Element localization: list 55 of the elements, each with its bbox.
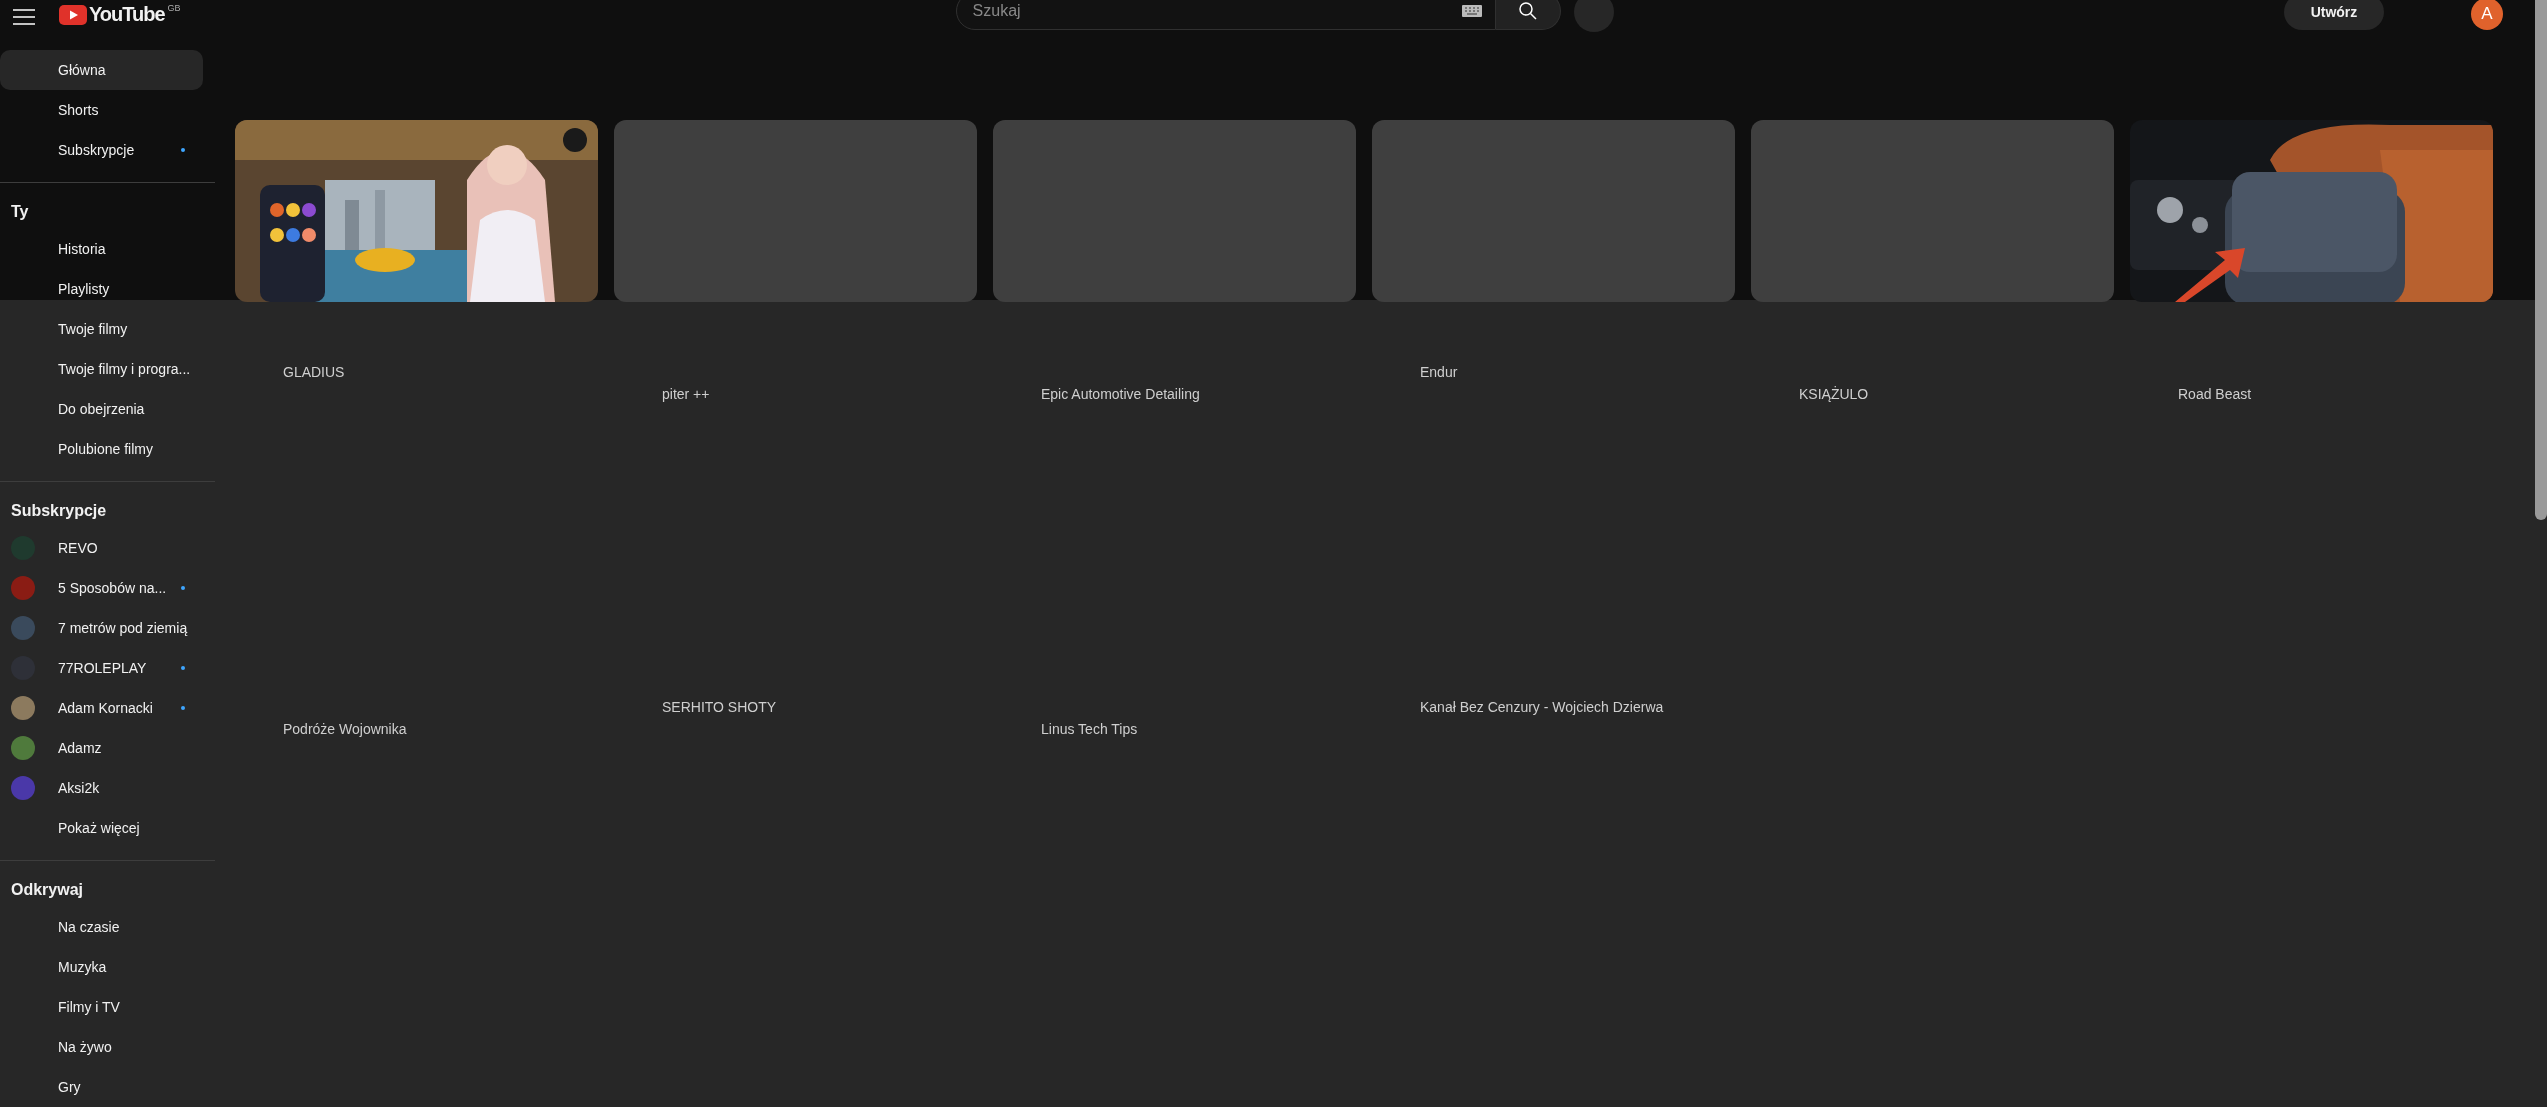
- logo-text[interactable]: YouTube: [89, 3, 165, 26]
- sidebar-item[interactable]: Subskrypcje: [0, 130, 203, 170]
- sidebar-item[interactable]: Muzyka: [0, 947, 203, 987]
- sidebar-item[interactable]: Adam Kornacki: [0, 688, 203, 728]
- voice-search-button[interactable]: [1573, 0, 1614, 32]
- channel-name[interactable]: Linus Tech Tips: [1041, 721, 1138, 737]
- thumbnail-placeholder[interactable]: [614, 120, 977, 302]
- search-field[interactable]: Szukaj: [955, 0, 1496, 30]
- search-icon: [1517, 1, 1538, 21]
- channel-name[interactable]: Endur: [1420, 364, 1458, 380]
- sidebar-item[interactable]: Polubione filmy: [0, 429, 203, 469]
- region-code: GB: [167, 3, 181, 13]
- create-button[interactable]: Utwórz: [2284, 0, 2384, 30]
- new-content-dot: [181, 148, 185, 152]
- sidebar-item[interactable]: Adamz: [0, 728, 203, 768]
- new-content-dot: [181, 706, 185, 710]
- section-heading: Subskrypcje: [10, 501, 108, 521]
- sidebar-item[interactable]: Twoje filmy i progra...: [0, 349, 203, 389]
- sidebar-item[interactable]: Filmy i TV: [0, 987, 203, 1027]
- section-heading: Ty: [10, 202, 30, 222]
- account-avatar[interactable]: A: [2471, 0, 2503, 30]
- sidebar-item[interactable]: Shorts: [0, 90, 203, 130]
- new-content-dot: [181, 586, 185, 590]
- menu-icon[interactable]: [13, 9, 35, 25]
- new-content-dot: [181, 666, 185, 670]
- channel-name[interactable]: GLADIUS: [283, 364, 345, 380]
- sidebar-item[interactable]: REVO: [0, 528, 203, 568]
- sidebar-item[interactable]: 77ROLEPLAY: [0, 648, 203, 688]
- channel-name[interactable]: Road Beast: [2178, 386, 2252, 402]
- thumbnail-placeholder[interactable]: [993, 120, 1356, 302]
- sidebar-item[interactable]: Twoje filmy: [0, 309, 203, 349]
- sidebar-item[interactable]: Aksi2k: [0, 768, 203, 808]
- sidebar-item[interactable]: Główna: [0, 50, 203, 90]
- thumbnail-placeholder[interactable]: [1372, 120, 1735, 302]
- channel-name[interactable]: KSIĄŻULO: [1799, 386, 1869, 402]
- sidebar-item[interactable]: Gry: [0, 1067, 203, 1107]
- sidebar-item[interactable]: 5 Sposobów na...: [0, 568, 203, 608]
- sidebar-item[interactable]: Playlisty: [0, 269, 203, 309]
- keyboard-icon[interactable]: [1461, 5, 1482, 17]
- sidebar-item[interactable]: Na żywo: [0, 1027, 203, 1067]
- sidebar-item[interactable]: Na czasie: [0, 907, 203, 947]
- sidebar-item[interactable]: Pokaż więcej: [0, 808, 203, 848]
- play-logo-icon[interactable]: [59, 4, 87, 25]
- sidebar-item[interactable]: 7 metrów pod ziemią: [0, 608, 203, 648]
- channel-name[interactable]: Podróże Wojownika: [283, 721, 407, 737]
- channel-name[interactable]: SERHITO SHOTY: [662, 699, 777, 715]
- channel-name[interactable]: Epic Automotive Detailing: [1041, 386, 1200, 402]
- thumbnail-placeholder[interactable]: [1751, 120, 2114, 302]
- sidebar-item[interactable]: Do obejrzenia: [0, 389, 203, 429]
- channel-name[interactable]: Kanał Bez Cenzury - Wojciech Dzierwa: [1420, 699, 1664, 715]
- search-button[interactable]: [1495, 0, 1561, 30]
- channel-name[interactable]: piter ++: [662, 386, 710, 402]
- sidebar-item[interactable]: Historia: [0, 229, 203, 269]
- section-heading: Odkrywaj: [10, 880, 85, 900]
- scrollbar-thumb[interactable]: [2535, 0, 2547, 520]
